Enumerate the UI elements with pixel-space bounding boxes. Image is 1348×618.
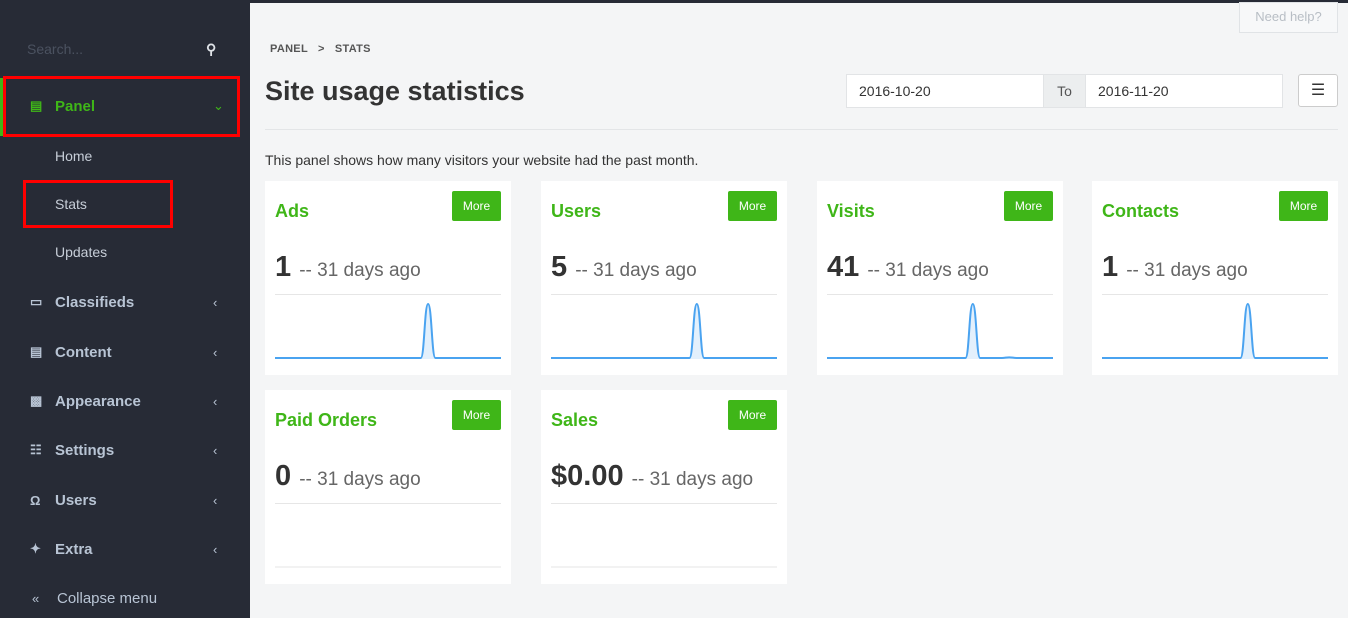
sidebar-item-classifieds[interactable]: ▭ Classifieds ‹ [0, 290, 250, 314]
value-timeframe: -- 31 days ago [631, 469, 754, 490]
card-title: Sales [551, 410, 599, 430]
more-button[interactable]: More [452, 191, 501, 221]
sparkline-line [275, 302, 501, 359]
value-timeframe: -- 31 days ago [299, 260, 421, 281]
chevron-left-icon: ‹ [213, 541, 218, 557]
sparkline-chart [275, 302, 501, 359]
sidebar-item-label: Settings [55, 441, 115, 459]
tag-icon: ▭ [30, 294, 43, 309]
value-number: 1 [275, 251, 292, 283]
sidebar-item-label: Extra [55, 540, 93, 558]
card-value: 0 -- 31 days ago [275, 460, 421, 493]
card-title: Users [551, 201, 602, 221]
sparkline-area [827, 304, 1053, 359]
page-title: Site usage statistics [265, 76, 525, 106]
value-timeframe: -- 31 days ago [867, 260, 989, 281]
chevron-left-icon: ‹ [213, 393, 218, 409]
chevron-right-icon: > [318, 43, 325, 55]
value-timeframe: -- 31 days ago [299, 469, 421, 490]
stat-card-users: Users More 5 -- 31 days ago [541, 181, 787, 375]
value-number: 0 [275, 460, 292, 492]
sidebar-item-appearance[interactable]: ▩ Appearance ‹ [0, 389, 250, 413]
sliders-icon: ☷ [30, 442, 42, 457]
value-timeframe: -- 31 days ago [575, 260, 697, 281]
sparkline-chart [827, 302, 1053, 359]
card-value: $0.00 -- 31 days ago [551, 460, 753, 493]
highlight-box [3, 76, 240, 137]
sidebar: Search... ⚲ ▤ Panel ⌄ Home Stats Updates ▭… [0, 0, 250, 618]
breadcrumb-stats: STATS [334, 43, 371, 55]
more-button[interactable]: More [1004, 191, 1053, 221]
stat-card-paid-orders: Paid Orders More 0 -- 31 days ago [265, 390, 511, 584]
date-range-separator: To [1043, 74, 1086, 108]
sparkline-line [1102, 302, 1328, 359]
chevron-left-icon: ‹ [213, 492, 218, 508]
magic-icon: ✦ [30, 541, 41, 556]
sidebar-item-label: Classifieds [55, 293, 135, 311]
sidebar-item-settings[interactable]: ☷ Settings ‹ [0, 438, 250, 462]
newspaper-icon: ▤ [30, 344, 43, 359]
stat-card-contacts: Contacts More 1 -- 31 days ago [1092, 181, 1338, 375]
divider [265, 129, 1338, 130]
breadcrumb: PANEL > STATS [270, 43, 371, 55]
sidebar-item-content[interactable]: ▤ Content ‹ [0, 340, 250, 364]
card-title: Visits [827, 201, 875, 221]
value-timeframe: -- 31 days ago [1126, 260, 1248, 281]
list-menu-button[interactable]: ☰ [1298, 74, 1338, 107]
sparkline-chart [551, 566, 777, 568]
card-title: Contacts [1102, 201, 1180, 221]
top-bar [250, 0, 1348, 3]
highlight-box [23, 180, 173, 228]
more-button[interactable]: More [1279, 191, 1328, 221]
collapse-label: Collapse menu [57, 589, 158, 607]
sparkline-chart [1102, 302, 1328, 359]
search-icon[interactable]: ⚲ [206, 41, 216, 58]
sparkline-line [827, 302, 1053, 359]
stat-card-sales: Sales More $0.00 -- 31 days ago [541, 390, 787, 584]
date-to-input[interactable]: 2016-11-20 [1085, 74, 1283, 108]
more-button[interactable]: More [728, 191, 777, 221]
chevron-left-icon: ‹ [213, 344, 218, 360]
collapse-menu-button[interactable]: « Collapse menu [0, 586, 250, 610]
sidebar-item-users[interactable]: Ω Users ‹ [0, 488, 250, 512]
sparkline-chart [275, 566, 501, 568]
sidebar-item-extra[interactable]: ✦ Extra ‹ [0, 537, 250, 561]
double-chevron-left-icon: « [32, 590, 40, 606]
value-number: 5 [551, 251, 568, 283]
card-value: 1 -- 31 days ago [275, 251, 421, 284]
user-icon: Ω [30, 492, 41, 508]
card-value: 1 -- 31 days ago [1102, 251, 1248, 284]
sparkline-line [551, 302, 777, 359]
chevron-left-icon: ‹ [213, 442, 218, 458]
card-value: 41 -- 31 days ago [827, 251, 989, 284]
sparkline-area [551, 304, 777, 359]
chevron-left-icon: ‹ [213, 294, 218, 310]
sidebar-item-label: Content [55, 343, 112, 361]
sidebar-item-label: Users [55, 491, 97, 509]
sidebar-subitem-updates[interactable]: Updates [55, 244, 107, 260]
value-number: 41 [827, 251, 860, 283]
stat-card-ads: Ads More 1 -- 31 days ago [265, 181, 511, 375]
value-number: 1 [1102, 251, 1119, 283]
need-help-button[interactable]: Need help? [1239, 2, 1338, 33]
date-from-input[interactable]: 2016-10-20 [846, 74, 1044, 108]
more-button[interactable]: More [728, 400, 777, 430]
list-icon: ☰ [1310, 82, 1326, 99]
sparkline-chart [551, 302, 777, 359]
panel-description: This panel shows how many visitors your … [265, 152, 699, 168]
image-icon: ▩ [30, 393, 43, 408]
value-number: $0.00 [551, 460, 624, 492]
stat-card-visits: Visits More 41 -- 31 days ago [817, 181, 1063, 375]
breadcrumb-panel[interactable]: PANEL [270, 43, 308, 55]
card-title: Ads [275, 201, 310, 221]
sparkline-area [1102, 304, 1328, 359]
more-button[interactable]: More [452, 400, 501, 430]
search-input[interactable]: Search... [27, 41, 83, 57]
card-value: 5 -- 31 days ago [551, 251, 697, 284]
sparkline-area [275, 304, 501, 359]
sidebar-item-label: Appearance [55, 392, 141, 410]
card-title: Paid Orders [275, 410, 378, 430]
sidebar-subitem-home[interactable]: Home [55, 148, 92, 164]
